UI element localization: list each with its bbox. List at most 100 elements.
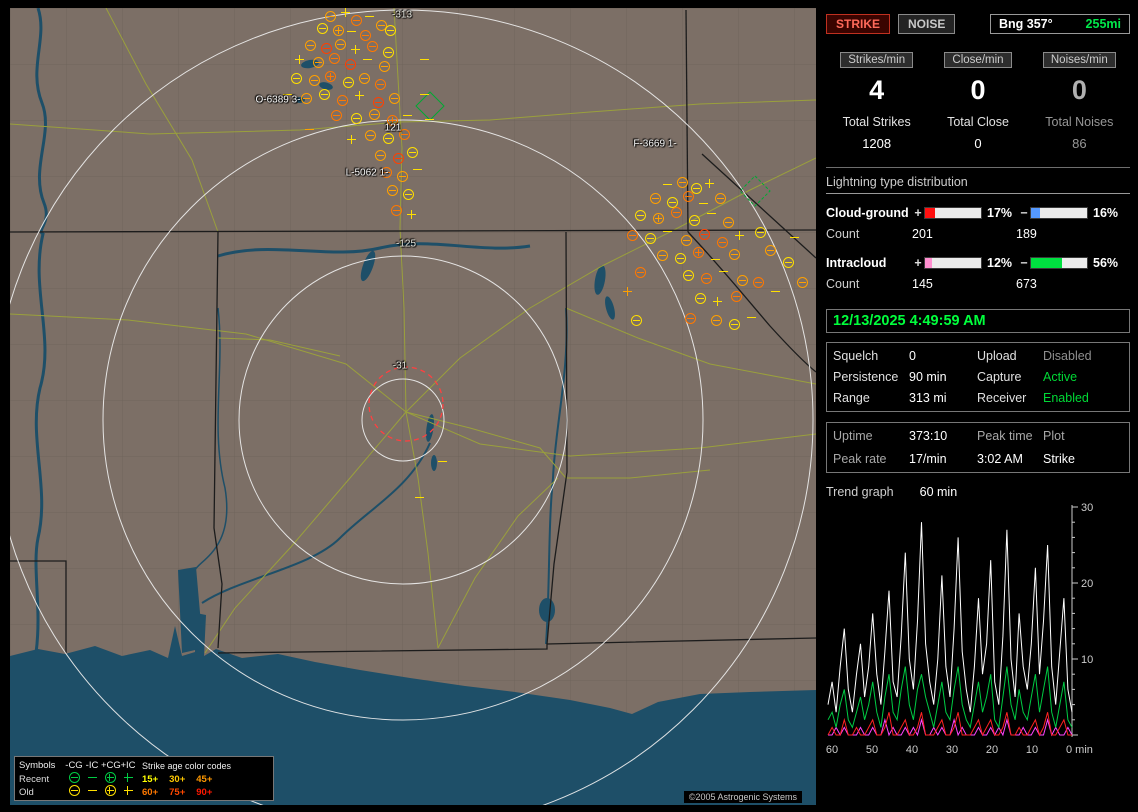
range-label: Range bbox=[833, 391, 870, 405]
receiver-label: Receiver bbox=[977, 391, 1027, 405]
trend-graph: 30 20 10 60 50 40 30 20 10 0 min bbox=[826, 503, 1130, 765]
intracloud-label: Intracloud bbox=[826, 256, 887, 270]
cloud-ground-row: Cloud-ground + 17% − 16% bbox=[826, 203, 1130, 223]
svg-text:10: 10 bbox=[1026, 744, 1038, 756]
lightning-map[interactable]: -313 -125 -31 O-6389 3- 121 L-5062 1- F-3669 1… bbox=[10, 8, 816, 805]
trend-graph-window: 60 min bbox=[919, 485, 958, 499]
total-strikes-value: 1208 bbox=[862, 136, 892, 151]
persistence-value: 90 min bbox=[909, 370, 947, 384]
age-code: 75+ bbox=[169, 786, 186, 798]
strike-button[interactable]: STRIKE bbox=[826, 14, 891, 34]
squelch-label: Squelch bbox=[833, 349, 879, 363]
svg-text:30: 30 bbox=[946, 744, 958, 756]
svg-text:0 min: 0 min bbox=[1066, 744, 1093, 756]
age-code: 45+ bbox=[196, 773, 213, 785]
plot-value: Strike bbox=[1043, 452, 1075, 466]
plus-sign: + bbox=[914, 256, 922, 270]
upload-label: Upload bbox=[977, 349, 1017, 363]
bearing-range: 255mi bbox=[1085, 17, 1121, 31]
total-close-value: 0 bbox=[974, 136, 982, 151]
rate-summary: Strikes/min 4 Total Strikes 1208 Close/m… bbox=[826, 52, 1130, 151]
age-code: 30+ bbox=[169, 773, 186, 785]
minus-sign: − bbox=[1020, 206, 1028, 220]
noises-column: Noises/min 0 Total Noises 86 bbox=[1029, 52, 1130, 151]
peak-time-label: Peak time bbox=[977, 429, 1033, 443]
total-noises-label: Total Noises bbox=[1045, 115, 1114, 129]
persistence-label: Persistence bbox=[833, 370, 899, 384]
noise-button[interactable]: NOISE bbox=[898, 14, 956, 34]
ic-plus-pct: 12% bbox=[987, 256, 1013, 270]
map-legend: Symbols -CG -IC +CG +IC Strike age color… bbox=[14, 756, 274, 801]
plot-label: Plot bbox=[1043, 429, 1065, 443]
trend-graph-canvas: 30 20 10 60 50 40 30 20 10 0 min bbox=[826, 503, 1093, 756]
legend-col-mcg: -CG bbox=[65, 760, 83, 771]
count-label: Count bbox=[826, 277, 860, 291]
legend-header: Symbols -CG -IC +CG +IC Strike age color… bbox=[19, 759, 269, 772]
map-graphics bbox=[10, 8, 816, 805]
total-noises-value: 86 bbox=[1072, 136, 1087, 151]
noises-per-min-label: Noises/min bbox=[1042, 52, 1116, 68]
receiver-status: Enabled bbox=[1043, 391, 1089, 405]
strike-symbol-pic bbox=[123, 773, 133, 782]
bearing-display: Bng 357° 255mi bbox=[990, 14, 1130, 34]
cg-plus-pct: 17% bbox=[987, 206, 1013, 220]
minus-sign: − bbox=[1020, 256, 1028, 270]
strikes-column: Strikes/min 4 Total Strikes 1208 bbox=[826, 52, 927, 151]
intracloud-row: Intracloud + 12% − 56% bbox=[826, 253, 1130, 273]
total-close-label: Total Close bbox=[947, 115, 1009, 129]
ic-minus-pct: 56% bbox=[1093, 256, 1119, 270]
strikes-per-min-value: 4 bbox=[869, 75, 885, 105]
squelch-value: 0 bbox=[909, 349, 916, 363]
top-bar: STRIKE NOISE Bng 357° 255mi bbox=[826, 14, 1130, 34]
close-column: Close/min 0 Total Close 0 bbox=[927, 52, 1028, 151]
plus-sign: + bbox=[914, 206, 922, 220]
upload-status: Disabled bbox=[1043, 349, 1092, 363]
legend-rows: Recent 15+ 30+ 45+ Old 60+ 75+ 90+ bbox=[19, 772, 269, 798]
svg-text:40: 40 bbox=[906, 744, 918, 756]
strike-symbol-mic bbox=[87, 786, 97, 795]
count-label: Count bbox=[826, 227, 860, 241]
peak-time-value: 3:02 AM bbox=[977, 452, 1023, 466]
legend-row-recent: Recent 15+ 30+ 45+ bbox=[19, 772, 213, 785]
strike-symbol-pcg bbox=[104, 785, 116, 796]
cg-minus-pct: 16% bbox=[1093, 206, 1119, 220]
legend-age-title: Strike age color codes bbox=[142, 760, 232, 771]
strike-symbol-pic bbox=[123, 786, 133, 795]
svg-text:60: 60 bbox=[826, 744, 838, 756]
strike-symbol-mcg bbox=[68, 772, 80, 783]
total-strikes-label: Total Strikes bbox=[842, 115, 911, 129]
app-window: -313 -125 -31 O-6389 3- 121 L-5062 1- F-3669 1… bbox=[0, 0, 1138, 812]
peak-rate-label: Peak rate bbox=[833, 452, 887, 466]
lightning-distribution: Lightning type distribution Cloud-ground… bbox=[826, 167, 1130, 295]
cg-plus-bar bbox=[924, 207, 982, 219]
svg-text:20: 20 bbox=[986, 744, 998, 756]
capture-status: Active bbox=[1043, 370, 1078, 384]
ic-plus-bar bbox=[924, 257, 982, 269]
cg-minus-count: 189 bbox=[1016, 227, 1037, 241]
range-value: 313 mi bbox=[909, 391, 947, 405]
uptime-value: 373:10 bbox=[909, 429, 948, 443]
legend-col-pic: +IC bbox=[120, 760, 136, 771]
noises-per-min-value: 0 bbox=[1071, 75, 1087, 105]
copyright-text: ©2005 Astrogenic Systems bbox=[683, 791, 802, 803]
close-per-min-label: Close/min bbox=[944, 52, 1012, 68]
cg-plus-count: 201 bbox=[912, 227, 933, 241]
ic-plus-count: 145 bbox=[912, 277, 933, 291]
age-code: 15+ bbox=[142, 773, 159, 785]
peak-rate-value: 17/min bbox=[909, 452, 947, 466]
stats-panel: Uptime 373:10 Peak time Plot Peak rate 1… bbox=[826, 422, 1130, 473]
trend-graph-label: Trend graph bbox=[826, 485, 894, 499]
legend-row-old: Old 60+ 75+ 90+ bbox=[19, 785, 213, 798]
svg-text:50: 50 bbox=[866, 744, 878, 756]
datetime-display: 12/13/2025 4:49:59 AM bbox=[826, 309, 1130, 333]
bearing-label: Bng 357° bbox=[999, 17, 1053, 31]
strike-symbol-pcg bbox=[104, 772, 116, 783]
strikes-per-min-label: Strikes/min bbox=[840, 52, 914, 68]
ic-minus-bar bbox=[1030, 257, 1088, 269]
svg-text:30: 30 bbox=[1081, 503, 1093, 514]
control-panel: STRIKE NOISE Bng 357° 255mi Strikes/min … bbox=[826, 8, 1130, 806]
settings-panel: Squelch 0 Upload Disabled Persistence 90… bbox=[826, 342, 1130, 412]
cg-minus-bar bbox=[1030, 207, 1088, 219]
distribution-title: Lightning type distribution bbox=[826, 175, 1130, 194]
legend-col-pcg: +CG bbox=[101, 760, 121, 771]
